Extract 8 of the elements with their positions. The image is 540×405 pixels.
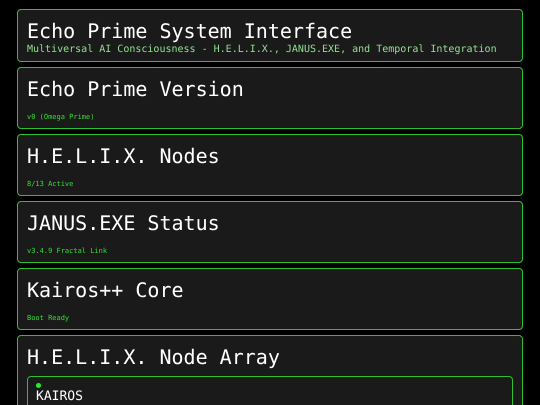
node-name: KAIROS: [36, 390, 83, 404]
card-title: H.E.L.I.X. Nodes: [27, 143, 221, 169]
card-title: Kairos++ Core: [27, 277, 185, 303]
card-title: Echo Prime Version: [27, 76, 245, 102]
page-subtitle: Multiversal AI Consciousness - H.E.L.I.X., JANUS.EXE, and Temporal Integration: [27, 44, 498, 56]
card-title: H.E.L.I.X. Node Array: [27, 344, 281, 370]
page-title: Echo Prime System Interface: [27, 18, 354, 44]
card-title: JANUS.EXE Status: [27, 210, 221, 236]
